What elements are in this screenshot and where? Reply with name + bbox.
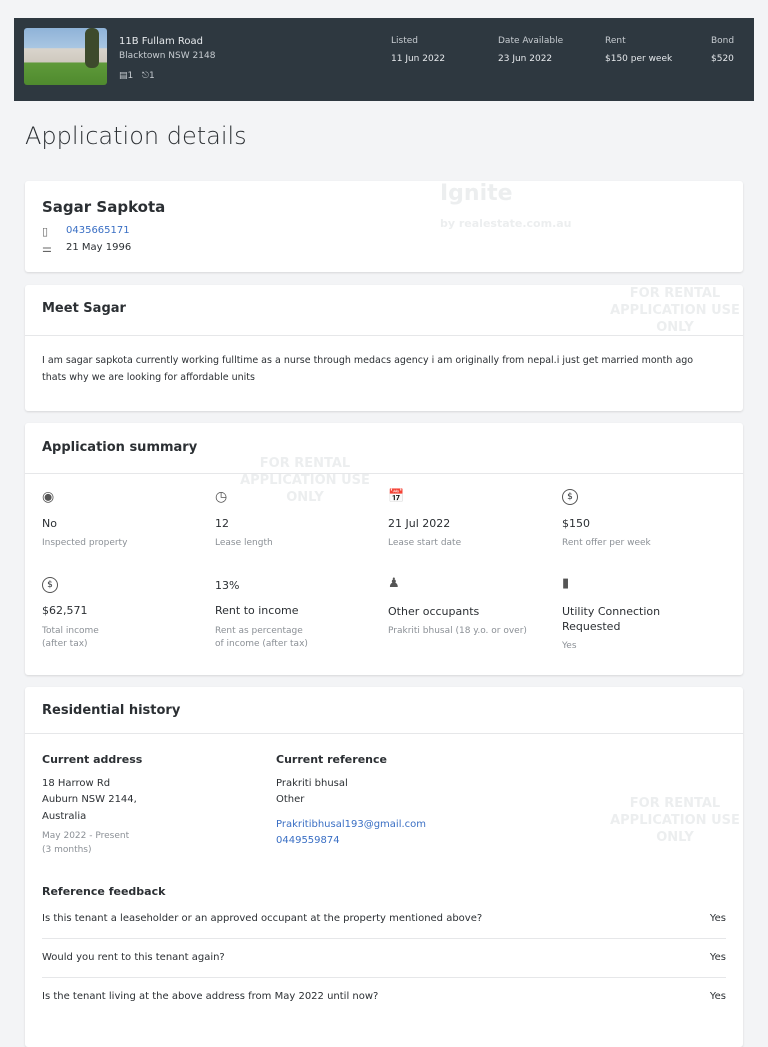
summary-value: 21 Jul 2022 [388, 517, 451, 530]
address-line: 18 Harrow Rd [42, 778, 111, 789]
bath-icon: ⎋ [141, 71, 149, 81]
summary-value: $150 [562, 517, 590, 530]
listing-address: 11B Fullam Road [119, 36, 204, 47]
feedback-answer: Yes [709, 913, 726, 924]
page-title: Application details [25, 122, 247, 150]
listing-header: 11B Fullam Road Blacktown NSW 2148 ▤1 ⎋1… [14, 18, 754, 101]
applicant-dob: 21 May 1996 [66, 242, 132, 253]
about-text: I am sagar sapkota currently working ful… [42, 355, 694, 383]
about-card: Meet Sagar I am sagar sapkota currently … [25, 285, 743, 411]
bond-label: Bond [711, 36, 735, 46]
residential-history-card: Residential history Current address 18 H… [25, 687, 743, 1047]
summary-label: Rent as percentage [215, 626, 303, 636]
feedback-row: Is this tenant a leaseholder or an appro… [42, 913, 726, 924]
summary-value: No [42, 517, 57, 530]
reference-phone[interactable]: 0449559874 [276, 835, 340, 846]
address-title: Current address [42, 753, 143, 766]
feedback-answer: Yes [709, 991, 726, 1002]
address-duration: (3 months) [42, 845, 92, 855]
summary-title: Utility Connection [562, 605, 661, 618]
summary-label: Lease length [215, 538, 273, 548]
applicant-phone[interactable]: 0435665171 [66, 225, 130, 236]
summary-label: Total income [42, 626, 99, 636]
summary-value: $62,571 [42, 604, 88, 617]
reference-name: Prakriti bhusal [276, 778, 348, 789]
plug-icon: ▮ [562, 576, 570, 591]
listing-suburb: Blacktown NSW 2148 [119, 51, 216, 61]
feedback-row: Is the tenant living at the above addres… [42, 991, 726, 1002]
available-date: 23 Jun 2022 [498, 54, 553, 64]
clock-icon: ◷ [215, 489, 228, 505]
feedback-answer: Yes [709, 952, 726, 963]
summary-label: Yes [562, 641, 577, 651]
summary-value: 12 [215, 517, 229, 530]
bond-value: $520 [711, 54, 734, 64]
history-title: Residential history [42, 703, 181, 718]
listed-date: 11 Jun 2022 [391, 54, 446, 64]
dollar-icon: $ [562, 489, 578, 505]
feedback-question: Would you rent to this tenant again? [42, 952, 225, 963]
feedback-question: Is this tenant a leaseholder or an appro… [42, 913, 483, 924]
property-photo [24, 28, 107, 85]
summary-label: (after tax) [42, 639, 88, 649]
bathroom-count: 1 [148, 71, 155, 81]
summary-value: 13% [215, 579, 240, 592]
summary-label: Lease start date [388, 538, 462, 548]
applicant-card: Sagar Sapkota ▯ 0435665171 ⚌ 21 May 1996 [25, 181, 743, 272]
feedback-question: Is the tenant living at the above addres… [42, 991, 379, 1002]
eye-icon: ◉ [42, 489, 55, 505]
listing-features: ▤1 ⎋1 [119, 71, 155, 81]
bed-icon: ▤ [119, 71, 128, 81]
rent-value: $150 per week [605, 54, 673, 64]
phone-icon: ▯ [42, 225, 49, 238]
reference-email[interactable]: Prakritibhusal193@gmail.com [276, 819, 426, 830]
address-line: Auburn NSW 2144, [42, 794, 137, 805]
summary-label: Rent offer per week [562, 538, 651, 548]
about-title: Meet Sagar [42, 301, 126, 316]
dollar-icon: $ [42, 577, 58, 593]
feedback-title: Reference feedback [42, 885, 166, 898]
rent-label: Rent [605, 36, 626, 46]
summary-title: Application summary [42, 440, 198, 455]
cake-icon: ⚌ [42, 242, 52, 255]
summary-label: Prakriti bhusal (18 y.o. or over) [388, 626, 527, 636]
person-icon: ♟ [388, 576, 400, 591]
calendar-icon: 📅 [388, 489, 405, 504]
available-label: Date Available [498, 36, 564, 46]
address-period: May 2022 - Present [42, 831, 130, 841]
reference-title: Current reference [276, 753, 387, 766]
bedroom-count: 1 [127, 71, 134, 81]
applicant-name: Sagar Sapkota [42, 198, 166, 216]
summary-label: Inspected property [42, 538, 128, 548]
reference-relation: Other [276, 794, 305, 805]
summary-title: Rent to income [215, 604, 299, 617]
summary-label: of income (after tax) [215, 639, 308, 649]
summary-title: Requested [562, 620, 621, 633]
address-line: Australia [42, 811, 87, 822]
summary-title: Other occupants [388, 605, 480, 618]
feedback-row: Would you rent to this tenant again? Yes [42, 952, 726, 963]
summary-card: Application summary ◉ No Inspected prope… [25, 423, 743, 675]
listed-label: Listed [391, 36, 418, 46]
